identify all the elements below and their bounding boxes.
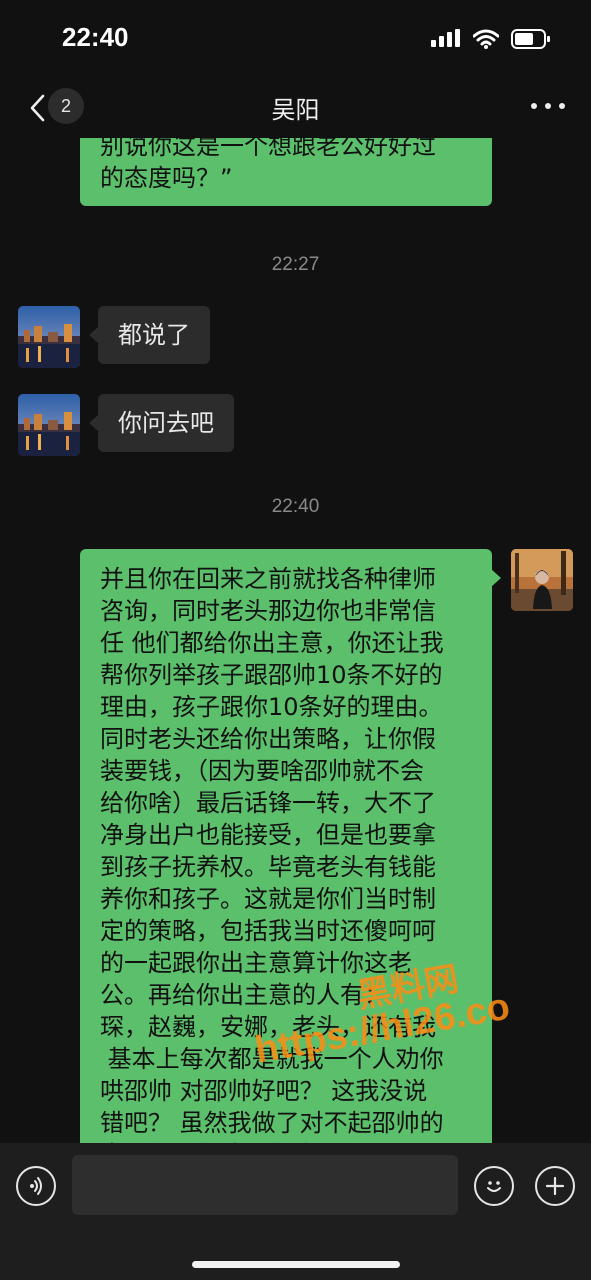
- message-bubble-sent[interactable]: 别说你这是一个想跟老公好好过 的态度吗？”: [80, 138, 492, 206]
- message-input[interactable]: [72, 1155, 458, 1215]
- message-bubble-received[interactable]: 你问去吧: [89, 394, 234, 452]
- more-dot-icon: [531, 103, 537, 109]
- timestamp: 22:27: [271, 254, 320, 275]
- city-night-avatar-icon: [18, 306, 80, 368]
- timestamp: 22:40: [271, 496, 320, 517]
- nav-bar: 2 吴阳: [0, 80, 591, 138]
- more-dot-icon: [559, 103, 565, 109]
- battery-icon: [511, 29, 550, 49]
- wifi-icon: [473, 29, 499, 49]
- more-actions-button[interactable]: [535, 1166, 575, 1206]
- chat-area[interactable]: 别说你这是一个想跟老公好好过 的态度吗？” 22:27 都说了 你问去吧 22:…: [0, 138, 591, 1143]
- message-text: 你问去吧: [118, 409, 214, 437]
- plus-icon: [545, 1176, 565, 1196]
- status-time: 22:40: [62, 22, 129, 52]
- message-bubble-received[interactable]: 都说了: [89, 306, 210, 364]
- city-night-avatar-icon: [18, 394, 80, 456]
- contact-avatar[interactable]: [18, 306, 80, 368]
- self-avatar[interactable]: [511, 549, 573, 611]
- message-text: 别说你这是一个想跟老公好好过 的态度吗？”: [100, 138, 436, 192]
- smiley-icon: [487, 1181, 501, 1192]
- voice-icon: [30, 1177, 42, 1195]
- autumn-portrait-avatar-icon: [511, 549, 573, 611]
- chat-title: 吴阳: [271, 96, 320, 124]
- more-button[interactable]: [531, 94, 565, 118]
- more-dot-icon: [545, 103, 551, 109]
- contact-avatar[interactable]: [18, 394, 80, 456]
- message-text: 并且你在回来之前就找各种律师 咨询，同时老头那边你也非常信 任 他们都给你出主意…: [100, 565, 444, 1143]
- input-bar: [0, 1143, 591, 1280]
- voice-button[interactable]: [16, 1166, 56, 1206]
- home-indicator[interactable]: [192, 1261, 400, 1268]
- message-bubble-sent[interactable]: 并且你在回来之前就找各种律师 咨询，同时老头那边你也非常信 任 他们都给你出主意…: [80, 549, 501, 1143]
- signal-icon: [431, 29, 460, 47]
- status-bar: 22:40: [0, 0, 591, 80]
- emoji-button[interactable]: [474, 1166, 514, 1206]
- message-text: 都说了: [118, 321, 190, 349]
- status-icons: [431, 28, 551, 50]
